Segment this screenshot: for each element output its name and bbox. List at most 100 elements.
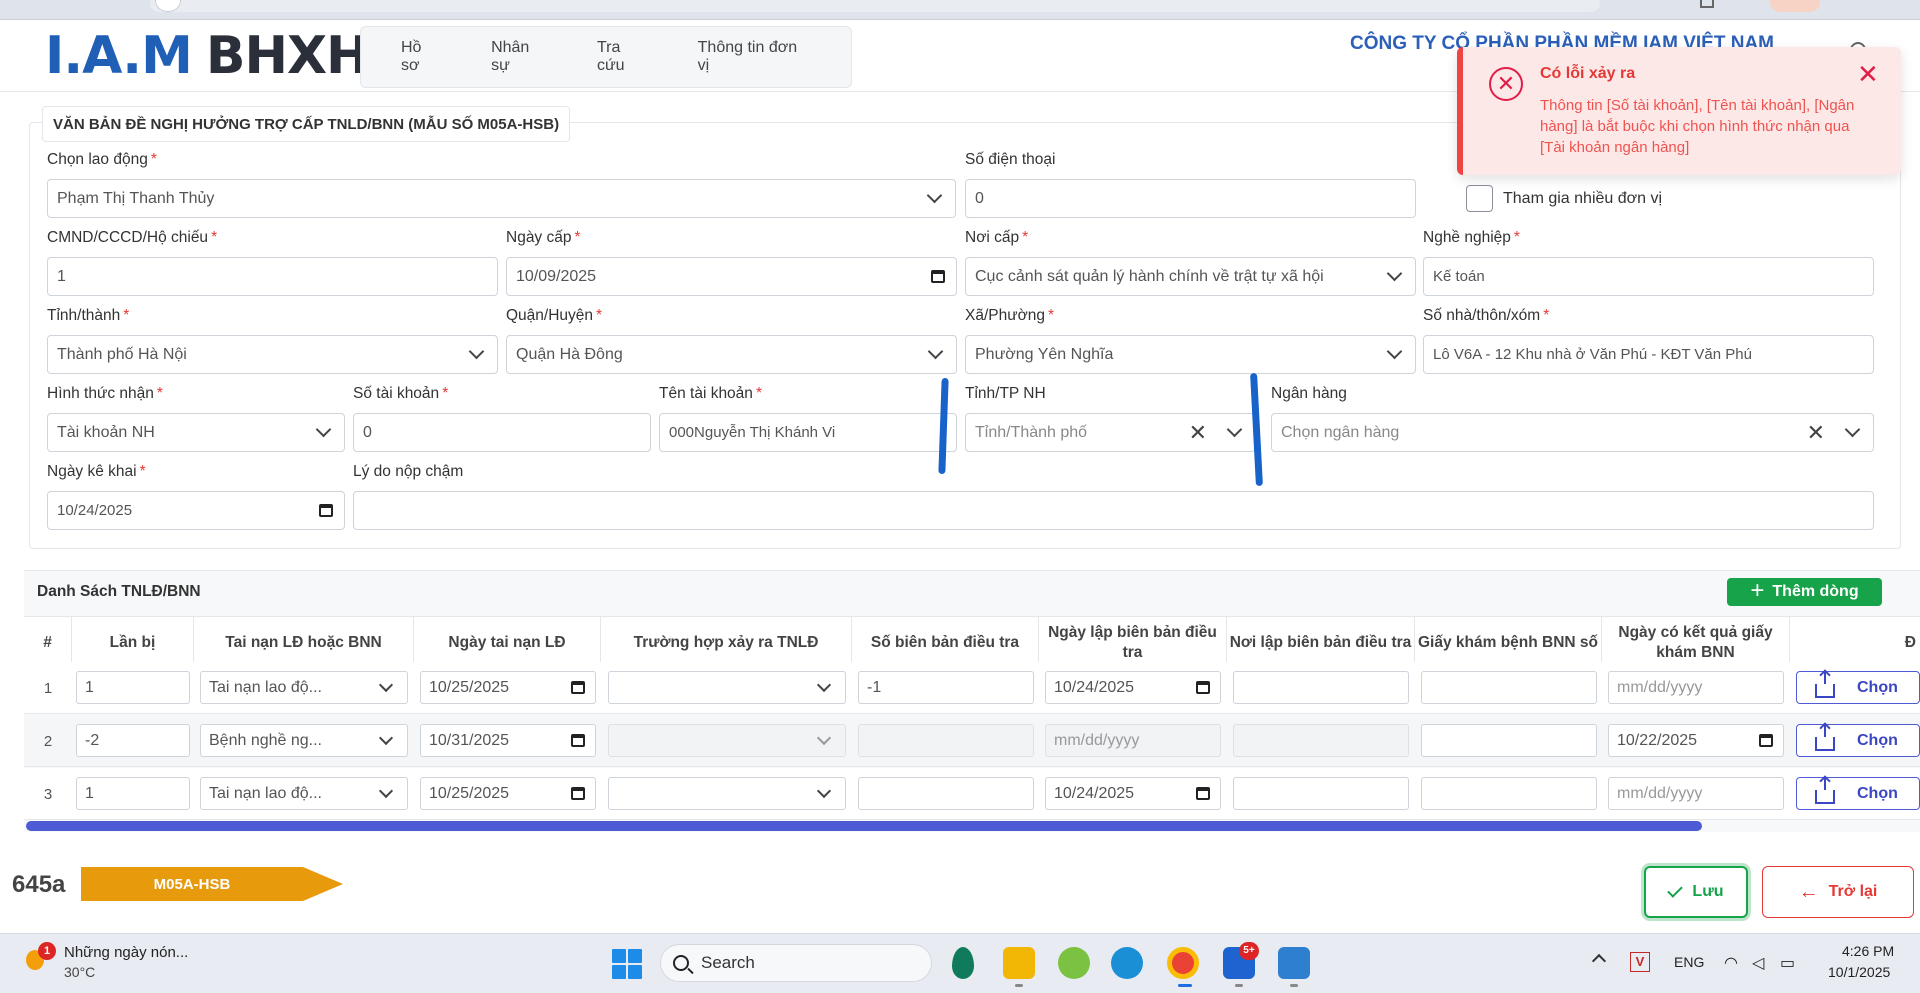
nav-item-thong-tin-don-vi[interactable]: Thông tin đơn vị: [698, 39, 799, 75]
battery-icon[interactable]: ▭: [1780, 953, 1795, 973]
close-icon[interactable]: ✕: [1857, 61, 1879, 87]
clock-date[interactable]: 10/1/2025: [1828, 964, 1890, 980]
report-no-input: [858, 724, 1034, 757]
report-place-input[interactable]: [1233, 671, 1409, 704]
issue-place-select[interactable]: Cục cảnh sát quản lý hành chính về trật …: [965, 257, 1416, 296]
phone-input[interactable]: 0: [965, 179, 1416, 218]
multi-unit-checkbox[interactable]: [1466, 185, 1493, 212]
calendar-icon[interactable]: [1196, 681, 1210, 694]
account-name-label: Tên tài khoản *: [659, 385, 762, 402]
leaf-app-icon[interactable]: [952, 947, 974, 979]
file-explorer-icon[interactable]: [1003, 947, 1035, 979]
occupation-label: Nghề nghiệp *: [1423, 229, 1520, 246]
exam-no-input[interactable]: [1421, 671, 1597, 704]
nav-item-tra-cuu[interactable]: Tra cứu: [597, 39, 646, 75]
nav-item-nhan-su[interactable]: Nhân sự: [491, 39, 545, 75]
back-button[interactable]: ← Trở lại: [1762, 866, 1914, 918]
province-select[interactable]: Thành phố Hà Nội: [47, 335, 498, 374]
account-number-label: Số tài khoản *: [353, 385, 449, 402]
add-row-button[interactable]: + Thêm dòng: [1727, 578, 1882, 606]
id-number-input[interactable]: 1: [47, 257, 498, 296]
type-select[interactable]: Tai nạn lao độ...: [200, 777, 408, 810]
calendar-icon[interactable]: [1759, 734, 1773, 747]
upload-button[interactable]: Chọn: [1796, 671, 1920, 704]
address-input[interactable]: Lô V6A - 12 Khu nhà ở Văn Phú - KĐT Văn …: [1423, 335, 1874, 374]
weather-icon[interactable]: 1: [26, 942, 56, 970]
list-title: Danh Sách TNLĐ/BNN: [37, 583, 201, 600]
profile-button[interactable]: [1770, 0, 1820, 12]
clear-icon[interactable]: ✕: [1807, 421, 1825, 444]
antivirus-icon[interactable]: V: [1630, 952, 1650, 972]
accident-date-input[interactable]: 10/25/2025: [420, 777, 596, 810]
case-select[interactable]: [608, 671, 846, 704]
calendar-icon[interactable]: [931, 270, 945, 283]
report-no-input[interactable]: -1: [858, 671, 1034, 704]
calendar-icon[interactable]: [571, 681, 585, 694]
exam-no-input[interactable]: [1421, 777, 1597, 810]
calendar-icon[interactable]: [571, 787, 585, 800]
employee-select[interactable]: Phạm Thị Thanh Thủy: [47, 179, 956, 218]
ward-label: Xã/Phường *: [965, 307, 1055, 324]
late-reason-input[interactable]: [353, 491, 1874, 530]
toast-message: Thông tin [Số tài khoản], [Tên tài khoản…: [1540, 97, 1855, 156]
chrome-icon[interactable]: [1167, 947, 1199, 979]
report-place-input[interactable]: [1233, 777, 1409, 810]
declare-date-input[interactable]: 10/24/2025: [47, 491, 345, 530]
bank-province-select[interactable]: Tỉnh/Thành phố ✕: [965, 413, 1256, 452]
save-button[interactable]: Lưu: [1644, 866, 1748, 918]
downloads-icon[interactable]: [1700, 0, 1714, 8]
case-select[interactable]: [608, 777, 846, 810]
exam-date-input[interactable]: mm/dd/yyyy: [1608, 671, 1784, 704]
issue-date-input[interactable]: 10/09/2025: [506, 257, 957, 296]
running-indicator: [1290, 984, 1298, 987]
address-bar[interactable]: [150, 0, 1600, 12]
chevron-down-icon: [378, 783, 394, 798]
bank-select[interactable]: Chọn ngân hàng ✕: [1271, 413, 1874, 452]
android-studio-icon[interactable]: [1058, 947, 1090, 979]
report-date-input[interactable]: 10/24/2025: [1045, 671, 1221, 704]
report-no-input[interactable]: [858, 777, 1034, 810]
phone-label: Số điện thoại: [965, 151, 1056, 168]
chevron-down-icon: [1226, 421, 1243, 438]
language-indicator[interactable]: ENG: [1674, 954, 1704, 970]
upload-icon: [1815, 777, 1835, 804]
upload-button[interactable]: Chọn: [1796, 724, 1920, 757]
nav-item-ho-so[interactable]: Hồ sơ: [401, 39, 439, 75]
type-select[interactable]: Tai nạn lao độ...: [200, 671, 408, 704]
ward-select[interactable]: Phường Yên Nghĩa: [965, 335, 1416, 374]
type-select[interactable]: Bệnh nghề ng...: [200, 724, 408, 757]
horizontal-scrollbar[interactable]: [26, 821, 1702, 831]
receive-method-select[interactable]: Tài khoản NH: [47, 413, 345, 452]
windows-start-icon[interactable]: [612, 949, 642, 979]
volume-icon[interactable]: ◁: [1752, 953, 1764, 973]
photos-icon[interactable]: [1278, 947, 1310, 979]
times-input[interactable]: 1: [76, 777, 190, 810]
report-date-input[interactable]: 10/24/2025: [1045, 777, 1221, 810]
taskbar-search-label: Search: [701, 953, 755, 972]
accident-date-input[interactable]: 10/31/2025: [420, 724, 596, 757]
calendar-icon[interactable]: [571, 734, 585, 747]
clock-time[interactable]: 4:26 PM: [1842, 943, 1894, 959]
app-logo[interactable]: I.A.M BHXH: [45, 26, 370, 86]
clear-icon[interactable]: ✕: [1189, 421, 1207, 444]
accident-date-input[interactable]: 10/25/2025: [420, 671, 596, 704]
calendar-icon[interactable]: [1196, 787, 1210, 800]
account-number-input[interactable]: 0: [353, 413, 651, 452]
exam-date-input[interactable]: mm/dd/yyyy: [1608, 777, 1784, 810]
upload-button[interactable]: Chọn: [1796, 777, 1920, 810]
weather-title[interactable]: Những ngày nón...: [64, 944, 188, 961]
wifi-icon[interactable]: ◠: [1724, 953, 1738, 973]
account-name-input[interactable]: 000Nguyễn Thị Khánh Vi: [659, 413, 957, 452]
upload-icon: [1815, 724, 1835, 751]
exam-date-input[interactable]: 10/22/2025: [1608, 724, 1784, 757]
form-type-tag: M05A-HSB: [81, 867, 343, 901]
taskbar-search[interactable]: Search: [660, 944, 932, 982]
form-code: 645a: [12, 871, 66, 898]
edge-icon[interactable]: [1111, 947, 1143, 979]
district-select[interactable]: Quận Hà Đông: [506, 335, 957, 374]
times-input[interactable]: 1: [76, 671, 190, 704]
exam-no-input[interactable]: [1421, 724, 1597, 757]
occupation-input[interactable]: Kế toán: [1423, 257, 1874, 296]
calendar-icon[interactable]: [319, 504, 333, 517]
times-input[interactable]: -2: [76, 724, 190, 757]
